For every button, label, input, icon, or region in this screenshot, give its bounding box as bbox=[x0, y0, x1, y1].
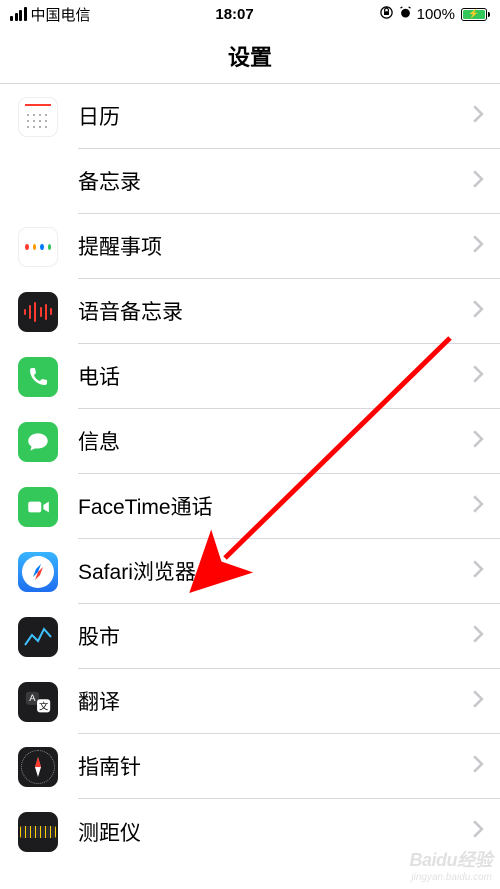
clock-label: 18:07 bbox=[215, 6, 253, 23]
chevron-right-icon bbox=[472, 560, 484, 583]
phone-icon bbox=[18, 357, 58, 397]
row-translate[interactable]: A文 翻译 bbox=[0, 669, 500, 734]
svg-text:A: A bbox=[29, 693, 36, 703]
notes-icon bbox=[18, 162, 58, 202]
chevron-right-icon bbox=[472, 625, 484, 648]
row-label: 备忘录 bbox=[78, 166, 472, 196]
row-label: FaceTime通话 bbox=[78, 491, 472, 521]
row-label: 指南针 bbox=[78, 751, 472, 781]
row-messages[interactable]: 信息 bbox=[0, 409, 500, 474]
alarm-icon bbox=[398, 5, 413, 24]
carrier-label: 中国电信 bbox=[31, 4, 91, 25]
stocks-icon bbox=[18, 617, 58, 657]
row-label: Safari浏览器 bbox=[78, 556, 472, 586]
battery-percent-label: 100% bbox=[417, 6, 455, 23]
row-label: 测距仪 bbox=[78, 817, 472, 847]
chevron-right-icon bbox=[472, 690, 484, 713]
row-label: 日历 bbox=[78, 101, 472, 131]
chevron-right-icon bbox=[472, 105, 484, 128]
row-calendar[interactable]: 日历 bbox=[0, 84, 500, 149]
row-safari[interactable]: Safari浏览器 bbox=[0, 539, 500, 604]
row-label: 信息 bbox=[78, 426, 472, 456]
row-compass[interactable]: 指南针 bbox=[0, 734, 500, 799]
chevron-right-icon bbox=[472, 430, 484, 453]
status-left: 中国电信 bbox=[10, 4, 91, 25]
voicememos-icon bbox=[18, 292, 58, 332]
chevron-right-icon bbox=[472, 235, 484, 258]
row-label: 股市 bbox=[78, 621, 472, 651]
chevron-right-icon bbox=[472, 170, 484, 193]
settings-list: 日历 备忘录 提醒事项 语音备忘录 电话 信息 bbox=[0, 84, 500, 864]
chevron-right-icon bbox=[472, 495, 484, 518]
chevron-right-icon bbox=[472, 365, 484, 388]
row-notes[interactable]: 备忘录 bbox=[0, 149, 500, 214]
chevron-right-icon bbox=[472, 820, 484, 843]
messages-icon bbox=[18, 422, 58, 462]
signal-icon bbox=[10, 7, 27, 21]
facetime-icon bbox=[18, 487, 58, 527]
row-phone[interactable]: 电话 bbox=[0, 344, 500, 409]
row-facetime[interactable]: FaceTime通话 bbox=[0, 474, 500, 539]
svg-text:文: 文 bbox=[39, 700, 49, 711]
row-label: 电话 bbox=[78, 361, 472, 391]
battery-icon: ⚡ bbox=[459, 8, 490, 21]
orientation-lock-icon bbox=[379, 5, 394, 24]
status-bar: 中国电信 18:07 100% ⚡ bbox=[0, 0, 500, 28]
calendar-icon bbox=[18, 97, 58, 137]
row-measure[interactable]: 测距仪 bbox=[0, 799, 500, 864]
row-label: 翻译 bbox=[78, 686, 472, 716]
row-voicememos[interactable]: 语音备忘录 bbox=[0, 279, 500, 344]
page-title: 设置 bbox=[0, 28, 500, 84]
row-reminders[interactable]: 提醒事项 bbox=[0, 214, 500, 279]
row-label: 提醒事项 bbox=[78, 231, 472, 261]
reminders-icon bbox=[18, 227, 58, 267]
compass-icon bbox=[18, 747, 58, 787]
measure-icon bbox=[18, 812, 58, 852]
chevron-right-icon bbox=[472, 300, 484, 323]
safari-icon bbox=[18, 552, 58, 592]
chevron-right-icon bbox=[472, 755, 484, 778]
row-stocks[interactable]: 股市 bbox=[0, 604, 500, 669]
row-label: 语音备忘录 bbox=[78, 296, 472, 326]
status-right: 100% ⚡ bbox=[379, 5, 490, 24]
translate-icon: A文 bbox=[18, 682, 58, 722]
